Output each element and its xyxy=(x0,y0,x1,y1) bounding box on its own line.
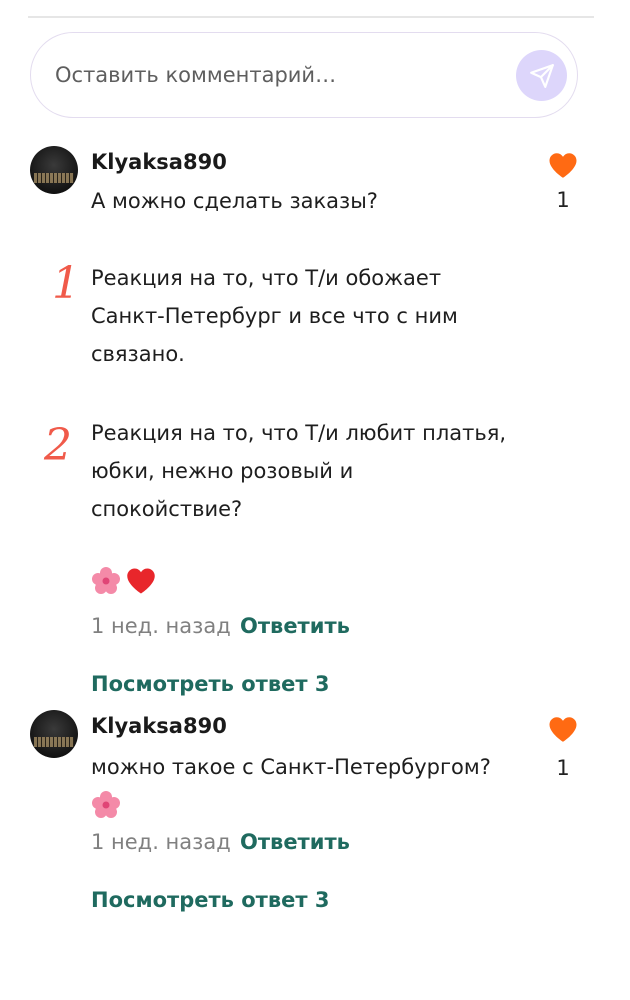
comment-item: Klyaksa890 1 можно такое с Санкт-Петербу… xyxy=(30,710,600,930)
reply-button[interactable]: Ответить xyxy=(240,830,350,854)
send-button[interactable] xyxy=(516,50,567,101)
emoji-row xyxy=(91,790,121,820)
handwritten-number-1: 1 xyxy=(52,258,80,309)
comment-input[interactable] xyxy=(55,33,495,117)
like-count: 1 xyxy=(556,756,570,780)
view-replies-link[interactable]: Посмотреть ответ 3 xyxy=(91,888,329,912)
comment-timestamp: 1 нед. назад xyxy=(91,830,231,854)
like-button[interactable] xyxy=(548,716,578,747)
comment-text: можно такое с Санкт-Петербургом? xyxy=(91,755,491,779)
comment-text-item-2: Реакция на то, что Т/и любит платья, юбк… xyxy=(91,421,507,521)
comment-composer xyxy=(30,32,578,118)
comment-text-item-1: Реакция на то, что Т/и обожает Санкт-Пет… xyxy=(91,266,458,366)
like-button[interactable] xyxy=(548,152,578,183)
comment-username[interactable]: Klyaksa890 xyxy=(91,714,227,738)
handwritten-number-2: 2 xyxy=(44,420,72,471)
comment-timestamp: 1 нед. назад xyxy=(91,614,231,638)
like-count: 1 xyxy=(556,188,570,212)
emoji-row xyxy=(91,566,156,596)
avatar[interactable] xyxy=(30,146,78,194)
red-heart-emoji xyxy=(127,568,155,594)
avatar[interactable] xyxy=(30,710,78,758)
comment-text: А можно сделать заказы? xyxy=(91,189,378,213)
comment-username[interactable]: Klyaksa890 xyxy=(91,150,227,174)
heart-icon xyxy=(549,717,577,742)
paper-plane-icon xyxy=(529,63,554,88)
comment-item: Klyaksa890 1 А можно сделать заказы? 1 Р… xyxy=(30,146,600,706)
cherry-blossom-emoji xyxy=(92,567,120,594)
cherry-blossom-emoji xyxy=(92,791,120,818)
top-divider xyxy=(28,16,594,18)
reply-button[interactable]: Ответить xyxy=(240,614,350,638)
view-replies-link[interactable]: Посмотреть ответ 3 xyxy=(91,672,329,696)
heart-icon xyxy=(549,153,577,178)
